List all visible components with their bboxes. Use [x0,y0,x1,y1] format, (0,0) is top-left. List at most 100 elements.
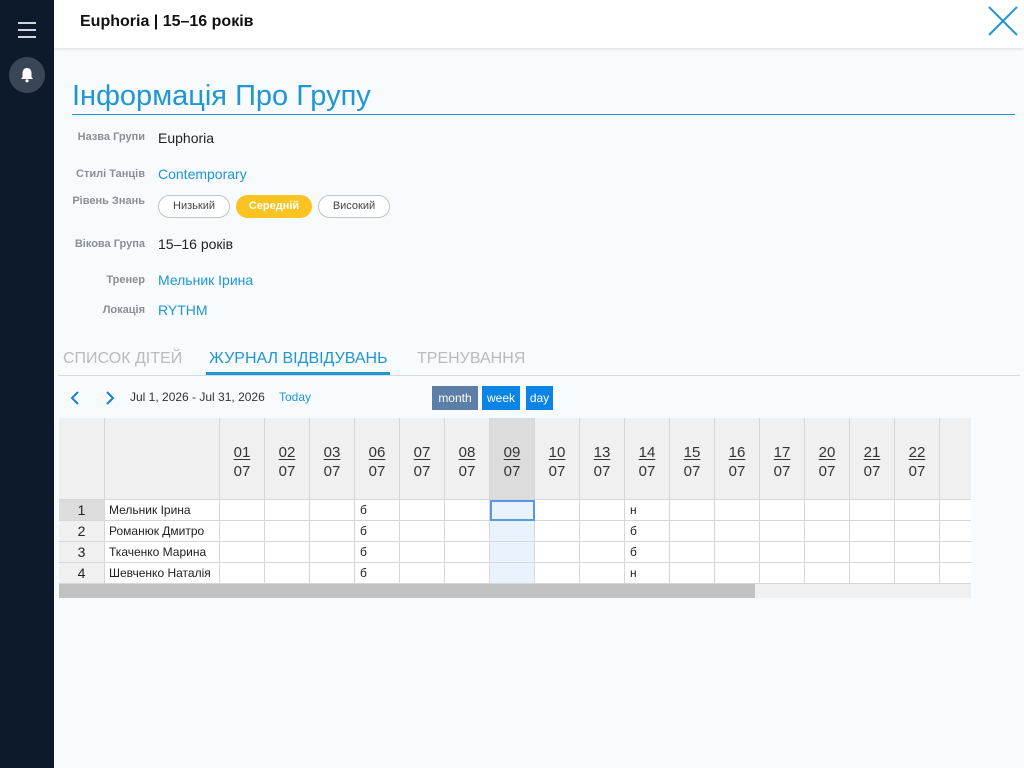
attendance-cell[interactable] [715,542,760,563]
attendance-cell[interactable] [850,542,895,563]
view-day-button[interactable]: day [526,386,553,410]
attendance-cell[interactable] [400,563,445,584]
attendance-cell[interactable] [940,521,971,542]
attendance-cell[interactable] [805,542,850,563]
attendance-cell[interactable] [850,563,895,584]
level-high-button[interactable]: Високий [318,195,390,218]
attendance-cell[interactable] [580,500,625,521]
attendance-cell[interactable] [805,500,850,521]
attendance-cell[interactable] [670,521,715,542]
date-column-header[interactable]: 02 07 [265,418,310,500]
attendance-cell[interactable] [445,500,490,521]
date-column-header[interactable]: 03 07 [310,418,355,500]
attendance-cell[interactable]: б [355,521,400,542]
attendance-cell[interactable] [715,500,760,521]
attendance-cell[interactable] [490,500,535,521]
date-column-header[interactable]: 15 07 [670,418,715,500]
date-column-header[interactable]: 13 07 [580,418,625,500]
styles-link[interactable]: Contemporary [158,166,247,182]
attendance-cell[interactable] [760,521,805,542]
student-name[interactable]: Ткаченко Марина [105,542,220,563]
attendance-cell[interactable] [760,500,805,521]
attendance-cell[interactable] [670,542,715,563]
notifications-button[interactable] [9,57,45,93]
student-name[interactable]: Романюк Дмитро [105,521,220,542]
view-month-button[interactable]: month [432,386,478,410]
attendance-cell[interactable] [535,542,580,563]
date-column-header[interactable]: 17 07 [760,418,805,500]
attendance-cell[interactable]: н [625,500,670,521]
attendance-cell[interactable] [400,500,445,521]
attendance-cell[interactable] [265,542,310,563]
attendance-cell[interactable] [400,542,445,563]
attendance-cell[interactable] [265,521,310,542]
attendance-cell[interactable] [940,542,971,563]
attendance-cell[interactable] [895,542,940,563]
attendance-cell[interactable]: н [625,563,670,584]
attendance-cell[interactable] [220,542,265,563]
date-column-header[interactable]: 09 07 [490,418,535,500]
attendance-cell[interactable] [400,521,445,542]
attendance-cell[interactable] [310,542,355,563]
scrollbar-thumb[interactable] [59,584,755,598]
tab-children-list[interactable]: СПИСОК ДІТЕЙ [63,350,182,368]
attendance-cell[interactable] [310,563,355,584]
attendance-cell[interactable] [670,563,715,584]
tab-attendance-log[interactable]: ЖУРНАЛ ВІДВІДУВАНЬ [209,350,388,368]
attendance-cell[interactable] [310,500,355,521]
date-column-header[interactable]: 22 07 [895,418,940,500]
attendance-cell[interactable] [805,521,850,542]
attendance-cell[interactable] [490,542,535,563]
view-week-button[interactable]: week [482,386,520,410]
tab-trainings[interactable]: ТРЕНУВАННЯ [417,350,525,368]
attendance-cell[interactable] [850,521,895,542]
attendance-cell[interactable] [580,542,625,563]
attendance-cell[interactable]: б [355,500,400,521]
attendance-cell[interactable] [850,500,895,521]
attendance-cell[interactable] [265,563,310,584]
attendance-cell[interactable] [220,521,265,542]
student-name[interactable]: Мельник Ірина [105,500,220,521]
date-column-header[interactable]: 06 07 [355,418,400,500]
attendance-cell[interactable] [895,500,940,521]
level-low-button[interactable]: Низький [158,195,230,218]
attendance-cell[interactable] [535,563,580,584]
attendance-cell[interactable] [445,521,490,542]
close-icon[interactable] [986,4,1020,38]
chevron-left-icon[interactable] [68,390,82,406]
attendance-cell[interactable] [580,521,625,542]
menu-icon[interactable] [18,22,36,40]
attendance-cell[interactable]: б [625,542,670,563]
attendance-cell[interactable] [895,521,940,542]
trainer-link[interactable]: Мельник Ірина [158,272,253,288]
attendance-cell[interactable]: б [625,521,670,542]
chevron-right-icon[interactable] [103,390,117,406]
date-column-header[interactable]: 10 07 [535,418,580,500]
attendance-cell[interactable] [310,521,355,542]
student-name[interactable]: Шевченко Наталія [105,563,220,584]
attendance-cell[interactable] [535,500,580,521]
date-column-header[interactable]: 21 07 [850,418,895,500]
date-column-header[interactable]: 16 07 [715,418,760,500]
date-column-header[interactable] [940,418,971,500]
attendance-cell[interactable] [580,563,625,584]
attendance-cell[interactable] [670,500,715,521]
attendance-cell[interactable] [805,563,850,584]
attendance-cell[interactable]: б [355,542,400,563]
attendance-cell[interactable] [490,521,535,542]
today-button[interactable]: Today [279,390,311,404]
attendance-cell[interactable] [220,563,265,584]
attendance-cell[interactable] [535,521,580,542]
location-link[interactable]: RYTHM [158,302,208,318]
date-column-header[interactable]: 07 07 [400,418,445,500]
attendance-cell[interactable] [760,563,805,584]
attendance-cell[interactable] [760,542,805,563]
attendance-cell[interactable] [715,521,760,542]
date-column-header[interactable]: 20 07 [805,418,850,500]
attendance-cell[interactable] [715,563,760,584]
attendance-cell[interactable] [220,500,265,521]
level-medium-button[interactable]: Середній [236,195,312,218]
attendance-cell[interactable] [490,563,535,584]
attendance-cell[interactable]: б [355,563,400,584]
date-column-header[interactable]: 01 07 [220,418,265,500]
